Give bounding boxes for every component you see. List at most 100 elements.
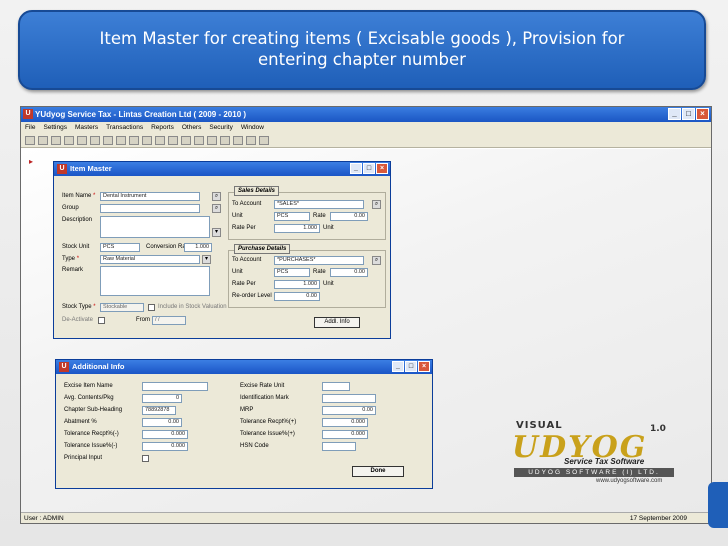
group-lookup-icon[interactable]: ⌕ xyxy=(212,204,221,213)
last-record-icon[interactable] xyxy=(168,136,178,145)
slide: Item Master for creating items ( Excisab… xyxy=(0,0,728,546)
group-field[interactable] xyxy=(100,204,200,213)
addl-info-button[interactable]: Addl. Info xyxy=(314,317,360,328)
tolerance-issue-minus-field[interactable]: 0.000 xyxy=(142,442,188,451)
item-master-dialog: U Item Master _ □ × Item Name * Dental I… xyxy=(53,161,391,339)
minimize-icon[interactable]: _ xyxy=(392,361,404,372)
visual-udyog-logo: VISUAL UDYOG 1.0 Service Tax Software UD… xyxy=(510,410,680,486)
previous-record-icon[interactable] xyxy=(142,136,152,145)
type-dropdown-icon[interactable]: ▾ xyxy=(202,255,211,264)
minimize-icon[interactable]: _ xyxy=(668,108,681,120)
menu-window[interactable]: Window xyxy=(241,122,264,134)
type-label: Type * xyxy=(62,256,80,262)
edit-icon[interactable] xyxy=(194,136,204,145)
tolerance-issue-plus-field[interactable]: 0.000 xyxy=(322,430,368,439)
exit-icon[interactable] xyxy=(259,136,269,145)
abatment-field[interactable]: 0.00 xyxy=(142,418,182,427)
sales-details-title: Sales Details xyxy=(234,186,280,196)
tolerance-recpt-minus-field[interactable]: 0.000 xyxy=(142,430,188,439)
delete-icon[interactable] xyxy=(207,136,217,145)
pin-icon[interactable]: ▸ xyxy=(29,157,41,166)
remark-label: Remark xyxy=(62,267,84,273)
menu-file[interactable]: File xyxy=(25,122,35,134)
tolerance-recpt-plus-field[interactable]: 0.000 xyxy=(322,418,368,427)
excise-item-name-field[interactable] xyxy=(142,382,208,391)
banner-line-1: Item Master for creating items ( Excisab… xyxy=(99,29,625,48)
item-name-field[interactable]: Dental Instrument xyxy=(100,192,200,201)
purchase-rate-per-field[interactable]: 1.000 xyxy=(274,280,320,289)
purchase-rate-field[interactable]: 0.00 xyxy=(330,268,368,277)
identification-mark-field[interactable] xyxy=(322,394,376,403)
remark-field[interactable] xyxy=(100,266,210,296)
chapter-sub-heading-field[interactable]: 78892878 xyxy=(142,406,176,415)
sales-account-lookup-icon[interactable]: ⌕ xyxy=(372,200,381,209)
menu-settings[interactable]: Settings xyxy=(43,122,67,134)
done-button[interactable]: Done xyxy=(352,466,404,477)
sales-per-unit-label: Unit xyxy=(323,225,334,231)
purchase-unit-label: Unit xyxy=(232,269,243,275)
menu-masters[interactable]: Masters xyxy=(75,122,98,134)
deactivate-label: De-Activate xyxy=(62,317,94,323)
cut-icon[interactable] xyxy=(90,136,100,145)
sales-to-account-field[interactable]: *SALES* xyxy=(274,200,364,209)
preview-icon[interactable] xyxy=(77,136,87,145)
minimize-icon[interactable]: _ xyxy=(350,163,362,174)
hsn-code-field[interactable] xyxy=(322,442,356,451)
type-select[interactable]: Raw Material xyxy=(100,255,200,264)
avg-contents-field[interactable]: 0 xyxy=(142,394,182,403)
next-record-icon[interactable] xyxy=(155,136,165,145)
item-lookup-icon[interactable]: ⌕ xyxy=(212,192,221,201)
copy-icon[interactable] xyxy=(103,136,113,145)
purchase-account-lookup-icon[interactable]: ⌕ xyxy=(372,256,381,265)
menu-reports[interactable]: Reports xyxy=(151,122,174,134)
sales-unit-select[interactable]: PCS xyxy=(274,212,310,221)
statusbar: User : ADMIN 17 September 2009 xyxy=(21,512,711,523)
calculator-icon[interactable] xyxy=(233,136,243,145)
conversion-ratio-field[interactable]: 1.000 xyxy=(184,243,212,252)
help-icon[interactable] xyxy=(246,136,256,145)
maximize-icon[interactable]: □ xyxy=(363,163,375,174)
logo-website: www.udyogsoftware.com xyxy=(596,478,663,484)
status-date: 17 September 2009 xyxy=(629,515,687,522)
paste-icon[interactable] xyxy=(116,136,126,145)
chapter-sub-heading-label: Chapter Sub-Heading xyxy=(64,407,123,413)
sales-rate-field[interactable]: 0.00 xyxy=(330,212,368,221)
description-field[interactable] xyxy=(100,216,210,238)
new-icon[interactable] xyxy=(25,136,35,145)
additional-info-dialog: U Additional Info _ □ × Excise Item Name… xyxy=(55,359,433,489)
menu-others[interactable]: Others xyxy=(182,122,202,134)
save-icon[interactable] xyxy=(51,136,61,145)
avg-contents-label: Avg. Contents/Pkg xyxy=(64,395,114,401)
purchase-unit-select[interactable]: PCS xyxy=(274,268,310,277)
principal-input-checkbox[interactable] xyxy=(142,455,149,462)
sales-to-account-label: To Account xyxy=(232,201,262,207)
print-icon[interactable] xyxy=(64,136,74,145)
close-icon[interactable]: × xyxy=(696,108,709,120)
deactivate-checkbox[interactable] xyxy=(98,317,105,324)
first-record-icon[interactable] xyxy=(129,136,139,145)
excise-rate-unit-field[interactable] xyxy=(322,382,350,391)
mrp-field[interactable]: 0.00 xyxy=(322,406,376,415)
open-icon[interactable] xyxy=(38,136,48,145)
description-expand-icon[interactable]: ▾ xyxy=(212,228,221,237)
logo-tagline: Service Tax Software xyxy=(564,457,645,466)
include-stock-valuation-label: Include in Stock Valuation xyxy=(158,304,227,310)
stock-unit-select[interactable]: PCS xyxy=(100,243,140,252)
reorder-level-field[interactable]: 0.00 xyxy=(274,292,320,301)
include-stock-valuation-checkbox[interactable] xyxy=(148,304,155,311)
logo-company: UDYOG SOFTWARE (I) LTD. xyxy=(514,468,674,477)
menu-transactions[interactable]: Transactions xyxy=(106,122,143,134)
stock-type-select[interactable]: Stockable xyxy=(100,303,144,312)
app-logo-icon: U xyxy=(23,109,33,119)
sales-rate-per-field[interactable]: 1.000 xyxy=(274,224,320,233)
close-icon[interactable]: × xyxy=(376,163,388,174)
restore-icon[interactable]: □ xyxy=(682,108,695,120)
item-name-label: Item Name * xyxy=(62,193,96,199)
from-date-field[interactable]: / / xyxy=(152,316,186,325)
purchase-to-account-field[interactable]: *PURCHASES* xyxy=(274,256,364,265)
menu-security[interactable]: Security xyxy=(209,122,232,134)
maximize-icon[interactable]: □ xyxy=(405,361,417,372)
close-icon[interactable]: × xyxy=(418,361,430,372)
add-icon[interactable] xyxy=(181,136,191,145)
find-icon[interactable] xyxy=(220,136,230,145)
